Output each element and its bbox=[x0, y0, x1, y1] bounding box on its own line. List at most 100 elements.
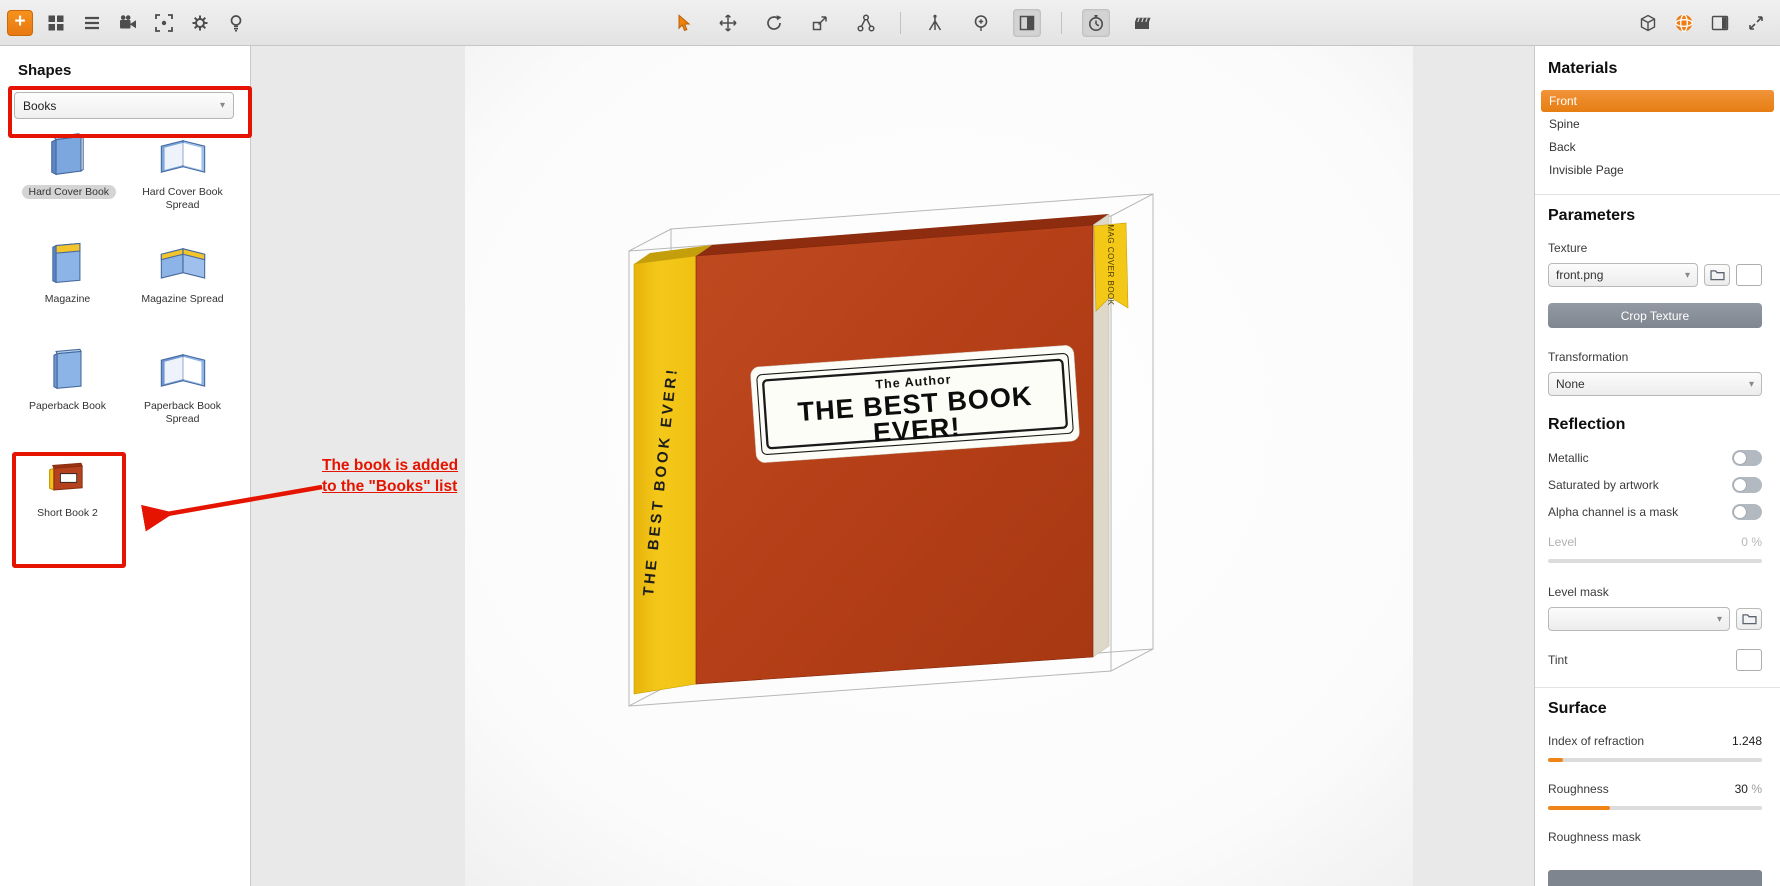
shape-item-hard-cover-book[interactable]: Hard Cover Book bbox=[10, 131, 125, 238]
toolbar-right-group bbox=[1634, 0, 1770, 45]
material-layer-back[interactable]: Back bbox=[1541, 136, 1774, 158]
shape-item-paperback-book-spread[interactable]: Paperback Book Spread bbox=[125, 345, 240, 452]
shape-item-label: Paperback Book Spread bbox=[143, 400, 222, 426]
scale-tool-icon bbox=[812, 15, 827, 30]
toolbar-center-group bbox=[668, 0, 1156, 45]
toolbar-left-group: + bbox=[6, 0, 250, 45]
parameters-section: Parameters Texture front.png ▾ Crop Text… bbox=[1535, 207, 1780, 671]
timer-icon bbox=[1089, 14, 1103, 31]
lamp-button[interactable] bbox=[222, 9, 250, 37]
material-layer-invisible-page[interactable]: Invisible Page bbox=[1541, 159, 1774, 180]
reflection-title: Reflection bbox=[1548, 416, 1626, 433]
shape-item-short-book-2[interactable]: Short Book 2 bbox=[10, 452, 125, 559]
material-sphere-icon bbox=[1675, 13, 1693, 32]
material-layer-front[interactable]: Front bbox=[1541, 90, 1774, 112]
animation-button[interactable] bbox=[1128, 9, 1156, 37]
materials-button[interactable] bbox=[1670, 9, 1698, 37]
contrast-tool-button[interactable] bbox=[1013, 8, 1041, 37]
saturated-toggle[interactable] bbox=[1732, 477, 1762, 493]
balloon-tool-icon bbox=[974, 14, 988, 31]
texture-label: Texture bbox=[1548, 241, 1588, 255]
tint-color-swatch[interactable] bbox=[1736, 649, 1762, 671]
shapes-panel-title: Shapes bbox=[18, 62, 72, 79]
texture-color-swatch[interactable] bbox=[1736, 264, 1762, 286]
bookmark-ribbon: MAG COVER BOOK bbox=[1093, 222, 1129, 312]
shapes-grid: Hard Cover Book Hard Cover Book Spread M… bbox=[0, 119, 250, 559]
viewport-canvas[interactable]: THE BEST BOOK EVER! MAG COVER BOOK The A… bbox=[251, 46, 1535, 886]
roughness-mask-select[interactable] bbox=[1548, 870, 1762, 886]
magazine-icon bbox=[51, 242, 80, 284]
level-mask-browse-button[interactable] bbox=[1736, 608, 1762, 630]
texture-select-value: front.png bbox=[1556, 268, 1604, 282]
grid-view-button[interactable] bbox=[42, 9, 70, 37]
settings-button[interactable] bbox=[186, 9, 214, 37]
list-view-button[interactable] bbox=[78, 9, 106, 37]
cube-icon bbox=[1640, 14, 1656, 31]
scene-3d-button[interactable] bbox=[1634, 9, 1662, 37]
panel-layout-icon bbox=[1711, 15, 1729, 30]
select-tool-button[interactable] bbox=[668, 9, 696, 37]
shape-item-label: Hard Cover Book bbox=[21, 185, 117, 199]
metallic-toggle[interactable] bbox=[1732, 450, 1762, 466]
hard-cover-book-icon bbox=[50, 133, 84, 176]
viewfinder-icon bbox=[155, 13, 173, 32]
toggle-knob bbox=[1734, 506, 1746, 518]
alpha-mask-toggle[interactable] bbox=[1732, 504, 1762, 520]
shapes-category-dropdown[interactable]: Books ▾ bbox=[14, 92, 234, 119]
shape-item-label-text: Hard Cover Book bbox=[21, 185, 117, 199]
move-tool-icon bbox=[719, 13, 737, 32]
video-camera-button[interactable] bbox=[114, 9, 142, 37]
shape-item-magazine-spread[interactable]: Magazine Spread bbox=[125, 238, 240, 345]
hierarchy-tool-icon bbox=[857, 13, 875, 32]
plus-icon: + bbox=[7, 9, 33, 36]
chevron-down-icon: ▾ bbox=[1684, 269, 1690, 281]
ior-slider[interactable] bbox=[1548, 758, 1762, 762]
level-slider[interactable] bbox=[1548, 559, 1762, 563]
hierarchy-tool-button[interactable] bbox=[852, 9, 880, 37]
scene-svg: THE BEST BOOK EVER! MAG COVER BOOK The A… bbox=[465, 46, 1413, 886]
settings-gear-icon bbox=[192, 15, 208, 30]
roughness-value: 30 bbox=[1734, 782, 1748, 796]
paperback-book-icon bbox=[52, 348, 82, 390]
level-mask-select[interactable]: ▾ bbox=[1548, 607, 1730, 631]
balloon-tool-button[interactable] bbox=[967, 9, 995, 37]
rotate-tool-button[interactable] bbox=[760, 9, 788, 37]
metallic-label: Metallic bbox=[1548, 451, 1589, 465]
shape-item-magazine[interactable]: Magazine bbox=[10, 238, 125, 345]
transformation-select-value: None bbox=[1556, 377, 1585, 391]
grid-view-icon bbox=[48, 15, 64, 30]
material-layer-spine[interactable]: Spine bbox=[1541, 113, 1774, 135]
transformation-select[interactable]: None ▾ bbox=[1548, 372, 1762, 396]
roughness-slider-fill bbox=[1548, 806, 1611, 810]
plumb-tool-button[interactable] bbox=[921, 9, 949, 37]
toggle-knob bbox=[1734, 479, 1746, 491]
viewfinder-button[interactable] bbox=[150, 9, 178, 37]
panels-button[interactable] bbox=[1706, 9, 1734, 37]
roughness-label: Roughness bbox=[1548, 782, 1609, 796]
level-value: 0 bbox=[1741, 535, 1748, 549]
shape-item-label: Hard Cover Book Spread bbox=[142, 186, 223, 212]
add-shape-button[interactable]: + bbox=[6, 9, 34, 37]
timer-button[interactable] bbox=[1082, 8, 1110, 37]
level-label: Level bbox=[1548, 535, 1577, 549]
roughness-mask-label: Roughness mask bbox=[1548, 830, 1641, 844]
fullscreen-button[interactable] bbox=[1742, 9, 1770, 37]
ior-value: 1.248 bbox=[1731, 734, 1762, 748]
fullscreen-icon bbox=[1749, 15, 1763, 30]
crop-texture-button[interactable]: Crop Texture bbox=[1548, 303, 1762, 328]
scale-tool-button[interactable] bbox=[806, 9, 834, 37]
book-object[interactable]: THE BEST BOOK EVER! MAG COVER BOOK The A… bbox=[633, 213, 1129, 695]
move-tool-button[interactable] bbox=[714, 9, 742, 37]
magazine-spread-icon bbox=[160, 248, 205, 279]
parameters-title: Parameters bbox=[1548, 207, 1636, 224]
divider bbox=[1535, 687, 1780, 688]
texture-browse-button[interactable] bbox=[1704, 264, 1730, 286]
main-toolbar: + bbox=[0, 0, 1780, 46]
level-mask-label: Level mask bbox=[1548, 585, 1609, 599]
shape-item-hard-cover-book-spread[interactable]: Hard Cover Book Spread bbox=[125, 131, 240, 238]
clapperboard-icon bbox=[1135, 17, 1151, 29]
shape-item-paperback-book[interactable]: Paperback Book bbox=[10, 345, 125, 452]
roughness-slider[interactable] bbox=[1548, 806, 1762, 810]
texture-select[interactable]: front.png ▾ bbox=[1548, 263, 1698, 287]
chevron-down-icon: ▾ bbox=[1748, 378, 1754, 390]
